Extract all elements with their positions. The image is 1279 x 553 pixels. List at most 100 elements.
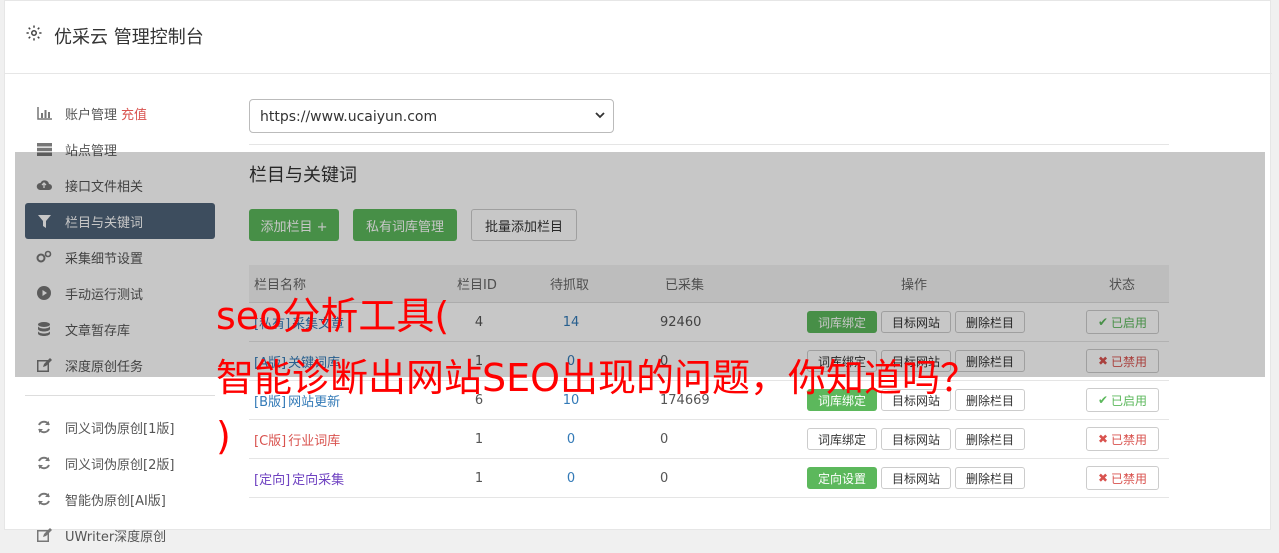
lexicon-bind-button[interactable]: 词库绑定 (807, 428, 877, 450)
header-collected: 已采集 (665, 278, 705, 293)
refresh-icon (36, 419, 52, 435)
collected-count: 0 (660, 470, 669, 486)
sidebar-item-label: 采集细节设置 (65, 251, 144, 267)
target-site-button[interactable]: 目标网站 (881, 311, 951, 333)
check-icon: ✔ (1097, 315, 1109, 329)
row-actions: 词库绑定 目标网站 删除栏目 (807, 420, 1029, 458)
sidebar-divider (25, 395, 215, 396)
sidebar-item-sites[interactable]: 站点管理 (25, 131, 215, 167)
sidebar-item-label: UWriter深度原创 (65, 529, 167, 545)
gear-icon (26, 25, 42, 41)
add-column-button[interactable]: 添加栏目 + (249, 209, 339, 241)
column-id: 1 (474, 470, 484, 486)
pending-count[interactable]: 0 (561, 459, 581, 497)
sidebar-item-manual-test[interactable]: 手动运行测试 (25, 275, 215, 311)
close-icon: ✖ (1097, 354, 1109, 368)
delete-column-button[interactable]: 删除栏目 (955, 467, 1025, 489)
row-actions: 词库绑定 目标网站 删除栏目 (807, 303, 1029, 341)
table-row: [定向] 定向采集 1 0 0 定向设置 目标网站 删除栏目 ✖ 已禁用 (249, 459, 1169, 498)
table-row: [C版] 行业词库 1 0 0 词库绑定 目标网站 删除栏目 ✖ 已禁用 (249, 420, 1169, 459)
sidebar-item-label: 账户管理 (65, 107, 118, 123)
pending-count[interactable]: 0 (561, 420, 581, 458)
edit-icon (36, 357, 52, 373)
sidebar-item-article-store[interactable]: 文章暂存库 (25, 311, 215, 347)
close-icon: ✖ (1097, 471, 1109, 485)
status-toggle[interactable]: ✔ 已启用 (1086, 310, 1159, 334)
pending-count[interactable]: 14 (561, 303, 581, 341)
filter-icon (36, 213, 52, 229)
column-id: 1 (474, 431, 484, 447)
server-icon (36, 141, 52, 157)
header-id: 栏目ID (457, 278, 497, 293)
status-label: 已禁用 (1111, 432, 1148, 447)
recharge-link[interactable]: 充值 (121, 104, 147, 123)
target-site-button[interactable]: 目标网站 (881, 467, 951, 489)
divider (249, 144, 1169, 145)
status-label: 已禁用 (1111, 471, 1148, 486)
row-status: ✔ 已启用 (1086, 303, 1159, 341)
header-pending: 待抓取 (550, 278, 590, 293)
check-icon: ✔ (1097, 393, 1109, 407)
bar-chart-icon (36, 105, 52, 121)
collected-count: 92460 (660, 314, 702, 330)
column-title: 定向采集 (292, 472, 345, 488)
database-icon (36, 321, 52, 337)
sidebar-item-ai-rewrite[interactable]: 智能伪原创[AI版] (25, 481, 215, 517)
batch-add-column-button[interactable]: 批量添加栏目 (471, 209, 577, 241)
header-status: 状态 (1109, 278, 1136, 293)
row-status: ✖ 已禁用 (1086, 459, 1159, 497)
section-title: 栏目与关键词 (249, 165, 357, 186)
column-title: 行业词库 (288, 433, 341, 449)
sidebar-item-collect-settings[interactable]: 采集细节设置 (25, 239, 215, 275)
header-actions: 操作 (901, 278, 928, 293)
sidebar-item-label: 接口文件相关 (65, 179, 144, 195)
sidebar-item-synonym-v1[interactable]: 同义词伪原创[1版] (25, 409, 215, 445)
sidebar: 账户管理 充值 站点管理 接口文件相关 栏目与关键词 采集细节设置 手动运行测试… (25, 95, 215, 553)
close-icon: ✖ (1097, 432, 1109, 446)
row-status: ✔ 已启用 (1086, 381, 1159, 419)
sidebar-item-label: 深度原创任务 (65, 359, 144, 375)
sidebar-item-label: 同义词伪原创[1版] (65, 421, 175, 437)
sidebar-item-interface-files[interactable]: 接口文件相关 (25, 167, 215, 203)
chevron-down-icon (595, 112, 605, 119)
status-toggle[interactable]: ✖ 已禁用 (1086, 466, 1159, 490)
refresh-icon (36, 455, 52, 471)
row-status: ✖ 已禁用 (1086, 342, 1159, 380)
cloud-upload-icon (36, 177, 52, 193)
sidebar-item-synonym-v2[interactable]: 同义词伪原创[2版] (25, 445, 215, 481)
site-select-value: https://www.ucaiyun.com (260, 109, 438, 125)
lexicon-bind-button[interactable]: 词库绑定 (807, 311, 877, 333)
column-name[interactable]: [定向] 定向采集 (254, 459, 344, 497)
status-toggle[interactable]: ✔ 已启用 (1086, 388, 1159, 412)
delete-column-button[interactable]: 删除栏目 (955, 428, 1025, 450)
collected-count: 0 (660, 431, 669, 447)
sidebar-item-columns-keywords[interactable]: 栏目与关键词 (25, 203, 215, 239)
private-lexicon-button[interactable]: 私有词库管理 (353, 209, 457, 241)
lexicon-bind-button[interactable]: 定向设置 (807, 467, 877, 489)
column-prefix: [定向] (254, 472, 291, 488)
cogs-icon (36, 249, 52, 265)
page-title: 优采云 管理控制台 (54, 27, 204, 48)
status-toggle[interactable]: ✖ 已禁用 (1086, 349, 1159, 373)
target-site-button[interactable]: 目标网站 (881, 428, 951, 450)
sidebar-item-account[interactable]: 账户管理 充值 (25, 95, 215, 131)
play-circle-icon (36, 285, 52, 301)
column-prefix: [C版] (254, 433, 287, 449)
sidebar-item-label: 同义词伪原创[2版] (65, 457, 175, 473)
sidebar-item-label: 手动运行测试 (65, 287, 144, 303)
sidebar-item-label: 智能伪原创[AI版] (65, 493, 166, 509)
column-id: 4 (474, 314, 484, 330)
refresh-icon (36, 491, 52, 507)
overlay-title-line1: seo分析工具( (216, 294, 450, 338)
sidebar-item-deep-original[interactable]: 深度原创任务 (25, 347, 215, 383)
delete-column-button[interactable]: 删除栏目 (955, 311, 1025, 333)
status-toggle[interactable]: ✖ 已禁用 (1086, 427, 1159, 451)
overlay-title-line2: 智能诊断出网站SEO出现的问题，你知道吗？ (216, 356, 979, 400)
status-label: 已禁用 (1111, 354, 1148, 369)
edit-icon (36, 527, 52, 543)
sidebar-item-uwriter[interactable]: UWriter深度原创 (25, 517, 215, 553)
site-select[interactable]: https://www.ucaiyun.com (249, 99, 614, 133)
row-status: ✖ 已禁用 (1086, 420, 1159, 458)
column-name[interactable]: [C版] 行业词库 (254, 420, 340, 458)
sidebar-item-label: 文章暂存库 (65, 323, 131, 339)
